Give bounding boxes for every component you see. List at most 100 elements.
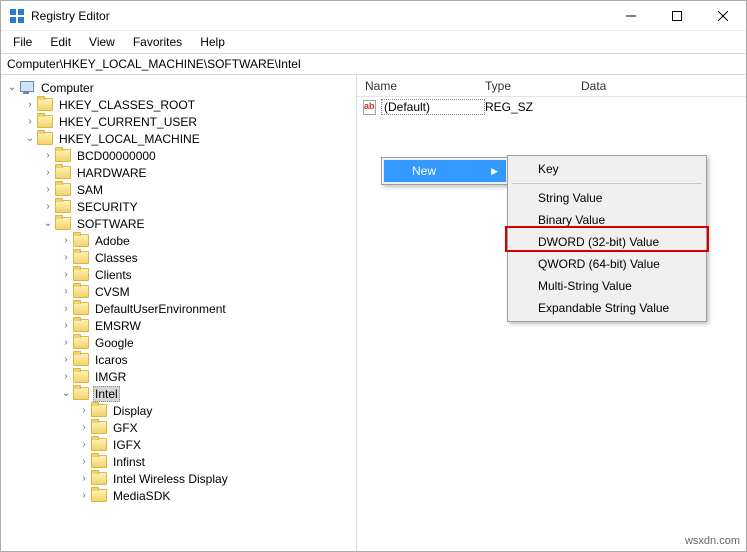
ctx-item-qword64[interactable]: QWORD (64-bit) Value [510, 253, 704, 275]
ctx-label: Key [538, 162, 559, 176]
tree-node[interactable]: › Clients [1, 266, 356, 283]
tree-label: HKEY_CLASSES_ROOT [57, 98, 197, 112]
address-bar[interactable]: Computer\HKEY_LOCAL_MACHINE\SOFTWARE\Int… [1, 53, 746, 75]
tree-node[interactable]: ⌄ SOFTWARE [1, 215, 356, 232]
chevron-right-icon[interactable]: › [59, 371, 73, 382]
tree-node[interactable]: › HARDWARE [1, 164, 356, 181]
chevron-right-icon[interactable]: › [59, 286, 73, 297]
tree-node[interactable]: › BCD00000000 [1, 147, 356, 164]
tree-node[interactable]: › Infinst [1, 453, 356, 470]
ctx-item-string[interactable]: String Value [510, 187, 704, 209]
tree-node[interactable]: › Classes [1, 249, 356, 266]
chevron-right-icon[interactable]: › [41, 167, 55, 178]
menu-help[interactable]: Help [192, 33, 233, 51]
tree-node[interactable]: › GFX [1, 419, 356, 436]
tree-node[interactable]: › CVSM [1, 283, 356, 300]
chevron-right-icon[interactable]: › [59, 354, 73, 365]
tree-label: Clients [93, 268, 134, 282]
tree-node-hkcu[interactable]: › HKEY_CURRENT_USER [1, 113, 356, 130]
column-type[interactable]: Type [477, 79, 573, 93]
ctx-item-new[interactable]: New ▶ [384, 160, 506, 182]
chevron-right-icon[interactable]: › [23, 116, 37, 127]
tree-label: HARDWARE [75, 166, 149, 180]
chevron-right-icon[interactable]: › [41, 184, 55, 195]
menu-file[interactable]: File [5, 33, 40, 51]
tree-node[interactable]: › IGFX [1, 436, 356, 453]
ctx-item-key[interactable]: Key [510, 158, 704, 180]
tree-label: DefaultUserEnvironment [93, 302, 228, 316]
tree-node[interactable]: › Display [1, 402, 356, 419]
tree-node[interactable]: › SAM [1, 181, 356, 198]
chevron-right-icon[interactable]: › [59, 269, 73, 280]
tree-node-hklm[interactable]: ⌄ HKEY_LOCAL_MACHINE [1, 130, 356, 147]
folder-icon [37, 132, 53, 145]
tree-label: CVSM [93, 285, 132, 299]
chevron-right-icon[interactable]: › [59, 235, 73, 246]
chevron-right-icon[interactable]: › [41, 150, 55, 161]
folder-icon [73, 319, 89, 332]
menubar: File Edit View Favorites Help [1, 31, 746, 53]
string-value-icon [361, 99, 377, 115]
folder-icon [73, 336, 89, 349]
chevron-down-icon[interactable]: ⌄ [59, 388, 73, 399]
tree-node[interactable]: › Google [1, 334, 356, 351]
folder-icon [91, 421, 107, 434]
ctx-item-multistring[interactable]: Multi-String Value [510, 275, 704, 297]
column-name[interactable]: Name [357, 79, 477, 93]
tree-node[interactable]: › Icaros [1, 351, 356, 368]
chevron-right-icon[interactable]: › [41, 201, 55, 212]
chevron-right-icon[interactable]: › [77, 473, 91, 484]
list-pane[interactable]: Name Type Data (Default) REG_SZ New ▶ Ke… [357, 75, 746, 551]
chevron-right-icon[interactable]: › [77, 456, 91, 467]
ctx-item-binary[interactable]: Binary Value [510, 209, 704, 231]
folder-icon [55, 166, 71, 179]
folder-icon [73, 370, 89, 383]
chevron-right-icon[interactable]: › [59, 252, 73, 263]
chevron-down-icon[interactable]: ⌄ [41, 218, 55, 229]
list-row-default[interactable]: (Default) REG_SZ [357, 97, 746, 116]
chevron-right-icon[interactable]: › [77, 405, 91, 416]
tree-label: Display [111, 404, 154, 418]
tree-node[interactable]: › SECURITY [1, 198, 356, 215]
tree-node[interactable]: › IMGR [1, 368, 356, 385]
tree-node[interactable]: › Intel Wireless Display [1, 470, 356, 487]
maximize-button[interactable] [654, 1, 700, 30]
close-button[interactable] [700, 1, 746, 30]
tree-label: SAM [75, 183, 105, 197]
column-data[interactable]: Data [573, 79, 746, 93]
tree-node[interactable]: › Adobe [1, 232, 356, 249]
folder-icon [55, 183, 71, 196]
chevron-right-icon[interactable]: › [77, 490, 91, 501]
chevron-right-icon[interactable]: › [23, 99, 37, 110]
folder-icon [37, 115, 53, 128]
ctx-item-dword32[interactable]: DWORD (32-bit) Value [510, 231, 704, 253]
chevron-right-icon[interactable]: › [59, 337, 73, 348]
tree-node[interactable]: ⌄ Intel [1, 385, 356, 402]
tree-label: SOFTWARE [75, 217, 147, 231]
value-type: REG_SZ [485, 100, 581, 114]
ctx-label: Expandable String Value [538, 301, 669, 315]
minimize-button[interactable] [608, 1, 654, 30]
tree-label: SECURITY [75, 200, 140, 214]
folder-icon [73, 387, 89, 400]
menu-view[interactable]: View [81, 33, 123, 51]
tree-node-computer[interactable]: ⌄ Computer [1, 79, 356, 96]
chevron-down-icon[interactable]: ⌄ [5, 82, 19, 93]
tree-node[interactable]: › EMSRW [1, 317, 356, 334]
tree-node[interactable]: › DefaultUserEnvironment [1, 300, 356, 317]
menu-favorites[interactable]: Favorites [125, 33, 190, 51]
ctx-item-expandable[interactable]: Expandable String Value [510, 297, 704, 319]
tree-node[interactable]: › MediaSDK [1, 487, 356, 504]
chevron-right-icon[interactable]: › [77, 439, 91, 450]
tree-label: Intel [93, 386, 120, 402]
chevron-down-icon[interactable]: ⌄ [23, 133, 37, 144]
chevron-right-icon[interactable]: › [77, 422, 91, 433]
content-area: ⌄ Computer › HKEY_CLASSES_ROOT › HKEY_CU… [1, 75, 746, 551]
menu-edit[interactable]: Edit [42, 33, 79, 51]
folder-icon [91, 472, 107, 485]
tree-pane[interactable]: ⌄ Computer › HKEY_CLASSES_ROOT › HKEY_CU… [1, 75, 357, 551]
chevron-right-icon[interactable]: › [59, 303, 73, 314]
context-menu: New ▶ [381, 157, 509, 185]
chevron-right-icon[interactable]: › [59, 320, 73, 331]
tree-node-hkcr[interactable]: › HKEY_CLASSES_ROOT [1, 96, 356, 113]
